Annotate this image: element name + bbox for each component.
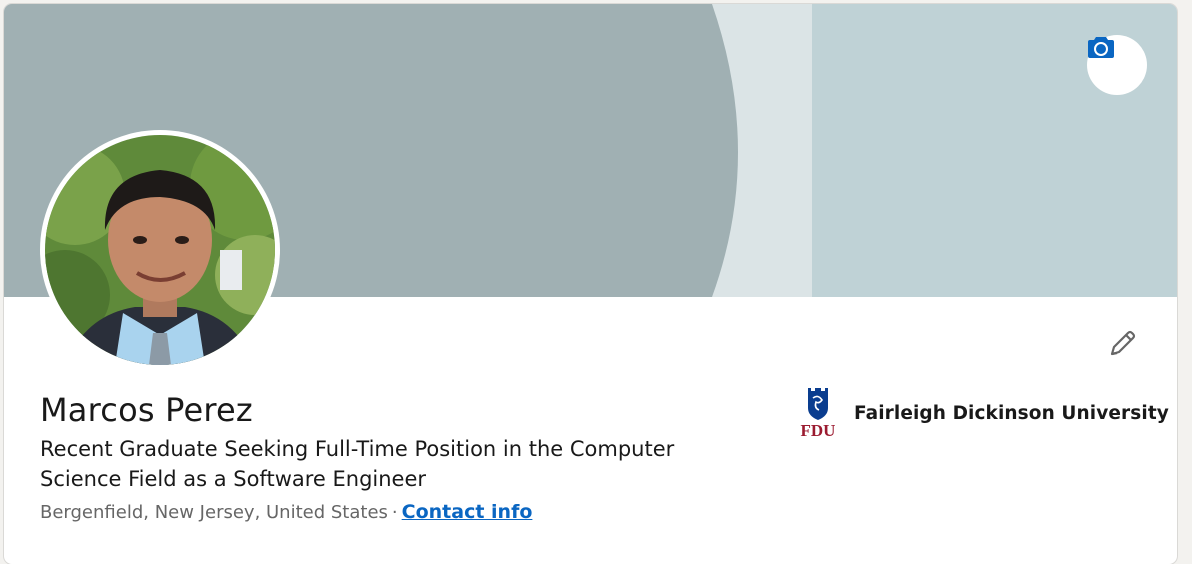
edit-banner-camera-button[interactable] [1087,35,1147,95]
profile-photo-image [45,135,275,365]
profile-card: Marcos Perez Recent Graduate Seeking Ful… [4,4,1177,564]
contact-info-link[interactable]: Contact info [402,501,533,523]
profile-headline: Recent Graduate Seeking Full-Time Positi… [40,437,675,491]
location-row: Bergenfield, New Jersey, United States · C… [40,501,532,523]
pencil-icon [1106,328,1138,364]
edit-intro-button[interactable] [1102,326,1142,366]
separator-dot: · [391,502,398,523]
profile-name: Marcos Perez [40,391,253,429]
education-item[interactable]: FDU Fairleigh Dickinson University [792,388,1169,440]
profile-location: Bergenfield, New Jersey, United States [40,502,388,523]
school-name: Fairleigh Dickinson University [854,402,1169,424]
profile-photo[interactable] [40,130,280,370]
fdu-logo-text: FDU [801,421,836,438]
fdu-logo: FDU [792,388,844,440]
